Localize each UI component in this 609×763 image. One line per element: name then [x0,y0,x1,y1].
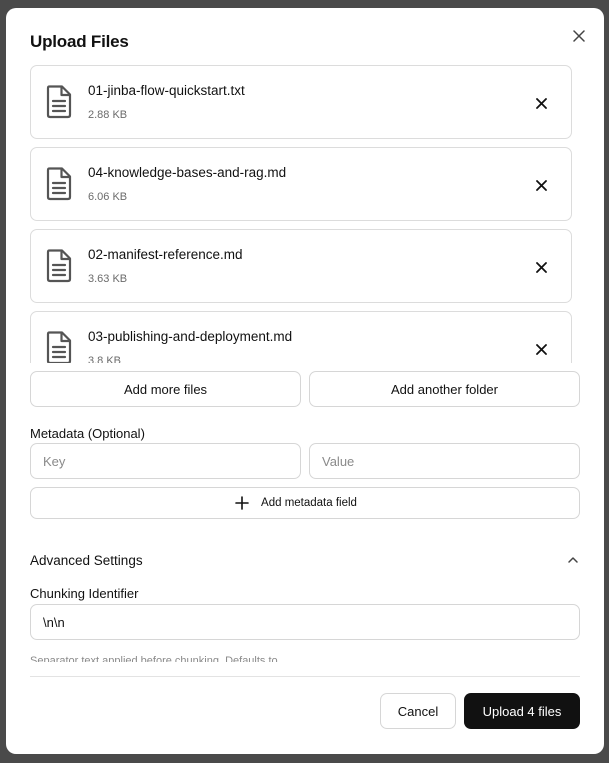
plus-icon [235,496,249,510]
file-size: 6.06 KB [88,191,128,203]
file-size: 3.8 KB [88,355,122,363]
close-icon [573,30,585,42]
file-name: 03-publishing-and-deployment.md [88,329,293,344]
remove-file-button[interactable] [531,257,551,277]
metadata-value-input[interactable] [309,443,580,479]
file-item: 03-publishing-and-deployment.md 3.8 KB [30,311,572,363]
file-item: 04-knowledge-bases-and-rag.md 6.06 KB [30,147,572,221]
metadata-label: Metadata (Optional) [30,426,145,441]
file-size: 2.88 KB [88,109,128,121]
cancel-button[interactable]: Cancel [380,693,456,729]
upload-files-dialog: Upload Files 01-jinba-flow-quickstart.tx… [6,8,604,754]
remove-file-button[interactable] [531,93,551,113]
add-another-folder-button[interactable]: Add another folder [309,371,580,407]
advanced-settings-toggle[interactable]: Advanced Settings [30,550,580,570]
document-icon [46,331,72,363]
file-name: 04-knowledge-bases-and-rag.md [88,165,287,180]
metadata-key-input[interactable] [30,443,301,479]
dialog-close-button[interactable] [569,26,589,46]
file-size: 3.63 KB [88,273,128,285]
document-icon [46,167,72,201]
document-icon [46,249,72,283]
chunking-helper-text: Separator text applied before chunking. … [30,654,580,662]
advanced-settings-title: Advanced Settings [30,552,143,568]
chunking-helper-text-content: Separator text applied before chunking. … [30,655,278,662]
file-name: 02-manifest-reference.md [88,247,243,262]
file-name: 01-jinba-flow-quickstart.txt [88,83,245,98]
close-icon [535,97,547,109]
file-item: 01-jinba-flow-quickstart.txt 2.88 KB [30,65,572,139]
chunking-identifier-label: Chunking Identifier [30,586,139,601]
upload-files-button[interactable]: Upload 4 files [464,693,580,729]
file-list[interactable]: 01-jinba-flow-quickstart.txt 2.88 KB 04-… [30,65,580,363]
dialog-title: Upload Files [30,32,129,51]
add-more-files-button[interactable]: Add more files [30,371,301,407]
chunking-identifier-input[interactable] [30,604,580,640]
remove-file-button[interactable] [531,175,551,195]
document-icon [46,85,72,119]
close-icon [535,261,547,273]
footer-divider [30,676,580,677]
remove-file-button[interactable] [531,339,551,359]
close-icon [535,179,547,191]
file-item: 02-manifest-reference.md 3.63 KB [30,229,572,303]
add-metadata-field-label: Add metadata field [261,497,357,509]
chevron-up-icon [568,557,578,563]
add-metadata-field-button[interactable]: Add metadata field [30,487,580,519]
close-icon [535,343,547,355]
